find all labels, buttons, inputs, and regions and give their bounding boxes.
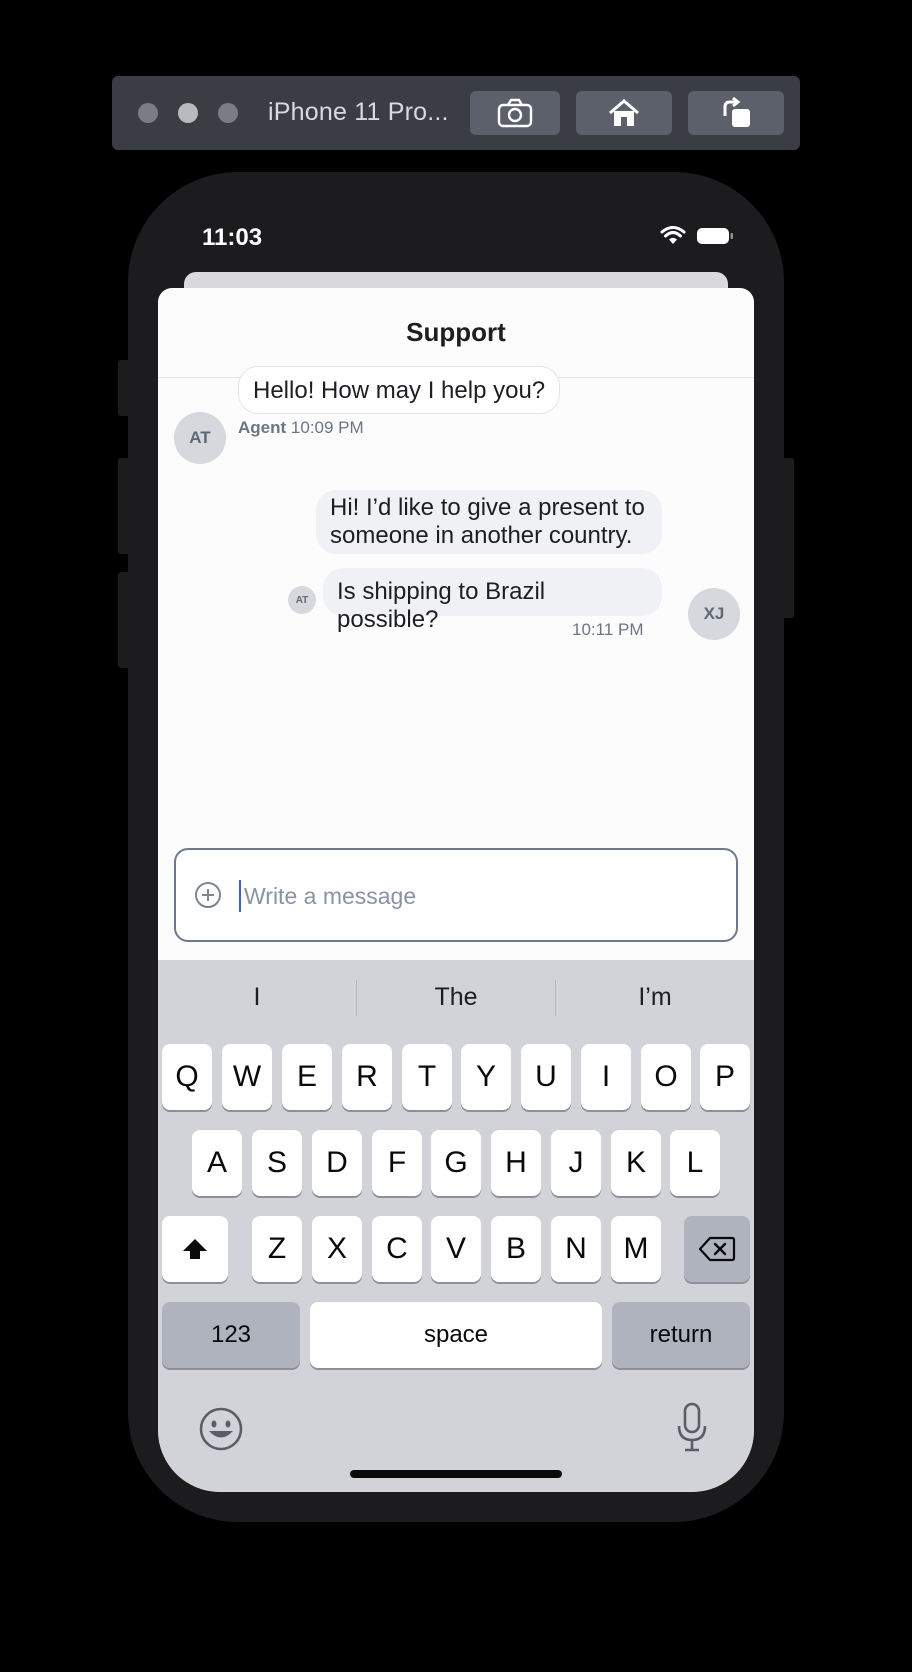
key-n[interactable]: N bbox=[551, 1216, 601, 1282]
key-w[interactable]: W bbox=[222, 1044, 272, 1110]
shift-key[interactable] bbox=[162, 1216, 228, 1282]
agent-name: Agent bbox=[238, 418, 287, 437]
chat-screen: Support AT Hello! How may I help you? Ag… bbox=[158, 288, 754, 1492]
key-d[interactable]: D bbox=[312, 1130, 362, 1196]
power-button bbox=[782, 458, 794, 618]
user-message-text: Is shipping to Brazil possible? bbox=[337, 578, 546, 633]
agent-avatar: AT bbox=[174, 412, 226, 464]
user-message-bubble: Is shipping to Brazil possible? bbox=[323, 568, 662, 633]
space-key[interactable]: space bbox=[310, 1302, 602, 1368]
key-b[interactable]: B bbox=[491, 1216, 541, 1282]
key-e[interactable]: E bbox=[282, 1044, 332, 1110]
suggestion-1[interactable]: I bbox=[158, 960, 356, 1034]
key-q[interactable]: Q bbox=[162, 1044, 212, 1110]
rotate-button[interactable] bbox=[688, 91, 784, 135]
status-time: 11:03 bbox=[202, 224, 263, 251]
suggestion-3[interactable]: I’m bbox=[556, 960, 754, 1034]
camera-icon bbox=[497, 98, 533, 128]
volume-down-button bbox=[118, 572, 130, 668]
key-y[interactable]: Y bbox=[461, 1044, 511, 1110]
key-i[interactable]: I bbox=[581, 1044, 631, 1110]
delete-key[interactable] bbox=[684, 1216, 750, 1282]
home-icon bbox=[609, 99, 639, 126]
page-title: Support bbox=[406, 317, 506, 347]
user-message-line: Hi! I’d like to give a present to bbox=[330, 494, 645, 521]
status-icons bbox=[660, 226, 734, 246]
emoji-icon[interactable] bbox=[198, 1406, 244, 1452]
text-caret bbox=[239, 880, 241, 912]
key-t[interactable]: T bbox=[402, 1044, 452, 1110]
key-g[interactable]: G bbox=[431, 1130, 481, 1196]
key-x[interactable]: X bbox=[312, 1216, 362, 1282]
home-indicator[interactable] bbox=[350, 1470, 562, 1478]
home-button[interactable] bbox=[576, 91, 672, 135]
rotate-icon bbox=[723, 96, 750, 127]
simulator-toolbar: iPhone 11 Pro... bbox=[112, 76, 800, 150]
agent-message-text: Hello! How may I help you? bbox=[253, 377, 546, 404]
numbers-key[interactable]: 123 bbox=[162, 1302, 300, 1368]
agent-message-bubble: Hello! How may I help you? bbox=[238, 366, 561, 414]
key-r[interactable]: R bbox=[342, 1044, 392, 1110]
backspace-icon bbox=[698, 1236, 736, 1262]
read-receipt-avatar: AT bbox=[288, 586, 316, 614]
simulator-title: iPhone 11 Pro... bbox=[268, 98, 449, 126]
suggestion-2[interactable]: The bbox=[357, 960, 555, 1034]
zoom-window-button[interactable] bbox=[218, 103, 238, 123]
message-composer bbox=[174, 848, 738, 942]
user-message-time: 10:11 PM bbox=[572, 620, 644, 639]
battery-icon bbox=[697, 228, 733, 244]
volume-up-button bbox=[118, 458, 130, 554]
user-message-line: someone in another country. bbox=[330, 522, 633, 549]
key-u[interactable]: U bbox=[521, 1044, 571, 1110]
shift-icon bbox=[183, 1239, 207, 1259]
key-j[interactable]: J bbox=[551, 1130, 601, 1196]
key-v[interactable]: V bbox=[431, 1216, 481, 1282]
key-s[interactable]: S bbox=[252, 1130, 302, 1196]
key-l[interactable]: L bbox=[670, 1130, 720, 1196]
agent-message-time: 10:09 PM bbox=[290, 418, 364, 437]
chat-header: Support bbox=[158, 288, 754, 378]
key-m[interactable]: M bbox=[611, 1216, 661, 1282]
user-message-bubble: Hi! I’d like to give a present to someon… bbox=[316, 490, 662, 554]
key-k[interactable]: K bbox=[611, 1130, 661, 1196]
mute-switch bbox=[118, 360, 130, 416]
screenshot-button[interactable] bbox=[470, 91, 560, 135]
key-a[interactable]: A bbox=[192, 1130, 242, 1196]
close-window-button[interactable] bbox=[138, 103, 158, 123]
message-input[interactable] bbox=[242, 874, 712, 918]
user-avatar: XJ bbox=[688, 588, 740, 640]
microphone-icon[interactable] bbox=[676, 1402, 708, 1454]
wifi-icon bbox=[660, 226, 686, 244]
key-c[interactable]: C bbox=[372, 1216, 422, 1282]
agent-message-meta: Agent 10:09 PM bbox=[238, 418, 364, 438]
key-o[interactable]: O bbox=[641, 1044, 691, 1110]
add-attachment-icon[interactable] bbox=[194, 881, 222, 909]
return-key[interactable]: return bbox=[612, 1302, 750, 1368]
minimize-window-button[interactable] bbox=[178, 103, 198, 123]
key-p[interactable]: P bbox=[700, 1044, 750, 1110]
keyboard: I The I’m Q W E R T Y U I O P A S D F G … bbox=[158, 960, 754, 1492]
key-z[interactable]: Z bbox=[252, 1216, 302, 1282]
key-h[interactable]: H bbox=[491, 1130, 541, 1196]
key-f[interactable]: F bbox=[372, 1130, 422, 1196]
